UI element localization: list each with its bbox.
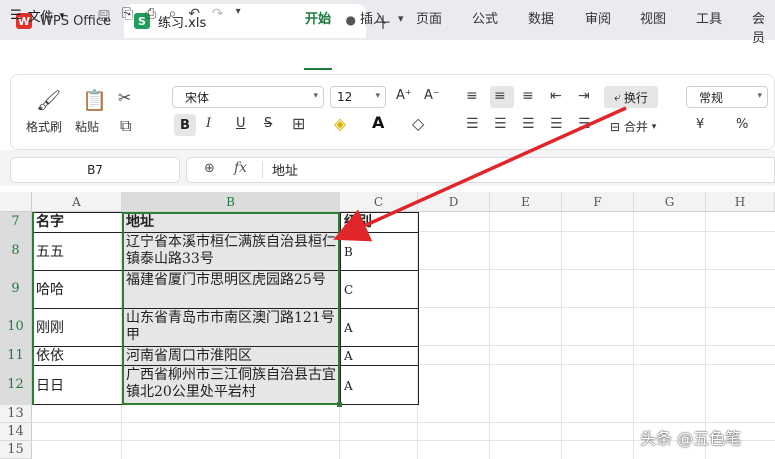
watermark: 头条 @五色笔 [640, 429, 742, 448]
annotation-arrow [333, 106, 627, 242]
